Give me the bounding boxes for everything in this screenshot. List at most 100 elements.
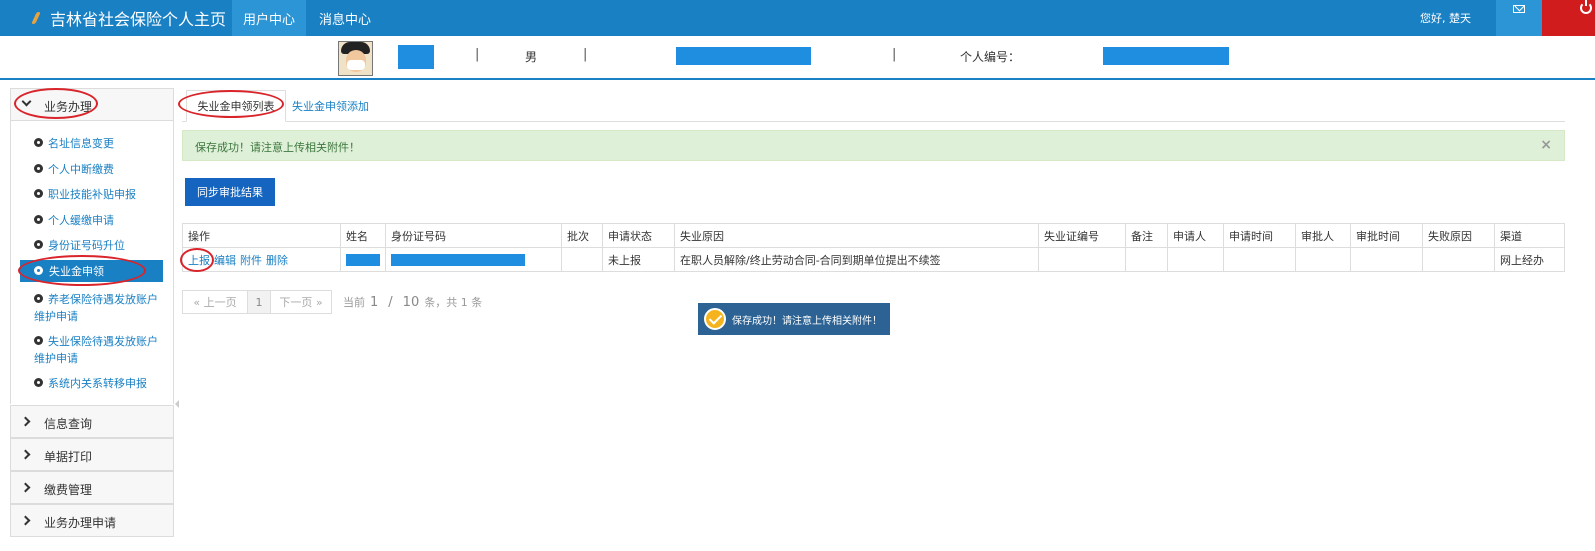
sidebar-item-skill-subsidy[interactable]: 职业技能补贴申报	[34, 186, 136, 203]
note-cell	[1125, 247, 1168, 272]
chevron-right-icon	[20, 515, 31, 526]
cert-cell	[1038, 247, 1126, 272]
user-greeting[interactable]: 您好, 楚天	[1420, 0, 1471, 36]
avatar	[338, 41, 373, 76]
column-header: 申请状态	[602, 223, 675, 248]
bullet-icon	[34, 189, 43, 198]
redacted-name	[346, 254, 380, 266]
column-header: 申请人	[1167, 223, 1224, 248]
column-header: 批次	[561, 223, 603, 248]
attachment-link[interactable]: 附件	[240, 254, 262, 267]
approve-time-cell	[1350, 247, 1423, 272]
chevron-right-icon	[20, 416, 31, 427]
column-header: 失业证编号	[1038, 223, 1126, 248]
success-toast: 保存成功！请注意上传相关附件！	[698, 303, 890, 335]
approver-cell	[1295, 247, 1351, 272]
table-header-row: 操作 姓名 身份证号码 批次 申请状态 失业原因 失业证编号 备注 申请人 申请…	[182, 223, 1565, 248]
sidebar-item-suspend-payment[interactable]: 个人中断缴费	[34, 161, 114, 178]
pagination: « 上一页 1 下一页 » 当前 1/10 条，共 1 条	[182, 290, 482, 314]
channel-cell: 网上经办	[1494, 247, 1565, 272]
page-number-button[interactable]: 1	[247, 290, 271, 314]
column-header: 审批人	[1295, 223, 1351, 248]
toast-message: 保存成功！请注意上传相关附件！	[732, 315, 882, 327]
profile-bar: | 男 | | 个人编号：	[0, 36, 1595, 80]
next-page-button[interactable]: 下一页 »	[270, 290, 332, 314]
sidebar-group-print[interactable]: 单据打印	[10, 438, 174, 471]
sidebar-item-unemployment-account[interactable]: 失业保险待遇发放账户维护申请	[34, 333, 164, 367]
site-brand[interactable]: 吉林省社会保险个人主页	[32, 0, 226, 36]
column-header: 操作	[182, 223, 341, 248]
bullet-icon	[34, 294, 43, 303]
separator: |	[475, 47, 480, 62]
tab-unemployment-list[interactable]: 失业金申领列表	[186, 90, 286, 122]
sidebar-group-business[interactable]: 业务办理	[10, 88, 174, 121]
sidebar-group-label: 业务办理	[44, 100, 93, 114]
separator: |	[583, 47, 588, 62]
sync-approval-button[interactable]: 同步审批结果	[185, 178, 275, 206]
sidebar-item-address-change[interactable]: 名址信息变更	[34, 135, 114, 152]
nav-message-center[interactable]: 消息中心	[308, 0, 382, 36]
bullet-icon	[34, 378, 43, 387]
id-cell	[385, 247, 562, 272]
sidebar-item-id-upgrade[interactable]: 身份证号码升位	[34, 237, 125, 254]
gender-value: 男	[525, 50, 538, 64]
bullet-icon	[34, 164, 43, 173]
sidebar-group-apply[interactable]: 业务办理申请	[10, 504, 174, 537]
sidebar-item-deferred-payment[interactable]: 个人缓缴申请	[34, 212, 114, 229]
bullet-icon	[34, 266, 43, 275]
column-header: 审批时间	[1350, 223, 1423, 248]
delete-link[interactable]: 删除	[266, 254, 288, 267]
separator: |	[892, 47, 897, 62]
redacted-name	[398, 45, 434, 69]
bullet-icon	[34, 336, 43, 345]
logout-button[interactable]	[1542, 0, 1595, 36]
applicant-cell	[1167, 247, 1224, 272]
nav-user-center[interactable]: 用户中心	[232, 0, 306, 36]
redacted-id	[676, 47, 811, 65]
unemployment-table: 操作 姓名 身份证号码 批次 申请状态 失业原因 失业证编号 备注 申请人 申请…	[182, 223, 1565, 272]
sidebar-group-payment[interactable]: 缴费管理	[10, 471, 174, 504]
chevron-right-icon	[20, 482, 31, 493]
content-tabs: 失业金申领列表 失业金申领添加	[182, 90, 1565, 122]
alert-message: 保存成功！请注意上传相关附件！	[195, 141, 360, 154]
row-actions: 上报 编辑 附件 删除	[182, 247, 341, 272]
bullet-icon	[34, 215, 43, 224]
batch-cell	[561, 247, 603, 272]
collapse-sidebar-icon[interactable]	[175, 400, 179, 408]
prev-page-button[interactable]: « 上一页	[182, 290, 248, 314]
column-header: 备注	[1125, 223, 1168, 248]
column-header: 失业原因	[674, 223, 1039, 248]
site-title: 吉林省社会保险个人主页	[50, 10, 227, 29]
sidebar-item-pension-account[interactable]: 养老保险待遇发放账户维护申请	[34, 291, 164, 325]
tab-unemployment-add[interactable]: 失业金申领添加	[292, 90, 369, 122]
bullet-icon	[34, 240, 43, 249]
personal-id-label: 个人编号：	[960, 50, 1021, 64]
column-header: 失败原因	[1422, 223, 1495, 248]
chevron-down-icon	[21, 96, 32, 107]
close-icon[interactable]: ×	[1540, 137, 1552, 153]
report-link[interactable]: 上报	[188, 254, 210, 267]
sidebar-item-transfer[interactable]: 系统内关系转移申报	[34, 375, 147, 392]
sidebar-group-query[interactable]: 信息查询	[10, 405, 174, 438]
apply-time-cell	[1223, 247, 1296, 272]
top-bar: 吉林省社会保险个人主页 用户中心 消息中心 您好, 楚天	[0, 0, 1595, 36]
mail-button[interactable]	[1496, 0, 1542, 36]
logo-icon	[32, 11, 42, 25]
reason-cell: 在职人员解除/终止劳动合同-合同到期单位提出不续签	[674, 247, 1039, 272]
table-row: 上报 编辑 附件 删除 未上报 在职人员解除/终止劳动合同-合同到期单位提出不续签 网…	[182, 247, 1565, 272]
column-header: 渠道	[1494, 223, 1565, 248]
power-icon	[1580, 0, 1592, 14]
success-alert: 保存成功！请注意上传相关附件！ ×	[182, 130, 1565, 161]
sidebar-item-unemployment-benefit[interactable]: 失业金申领	[20, 260, 163, 282]
redacted-personal-id	[1103, 47, 1229, 65]
column-header: 申请时间	[1223, 223, 1296, 248]
column-header: 身份证号码	[385, 223, 562, 248]
pager-info: 当前 1/10 条，共 1 条	[343, 295, 483, 310]
edit-link[interactable]: 编辑	[214, 254, 236, 267]
redacted-id	[391, 254, 525, 266]
chevron-right-icon	[20, 449, 31, 460]
column-header: 姓名	[340, 223, 386, 248]
name-cell	[340, 247, 386, 272]
mail-icon	[1513, 5, 1525, 13]
bullet-icon	[34, 138, 43, 147]
